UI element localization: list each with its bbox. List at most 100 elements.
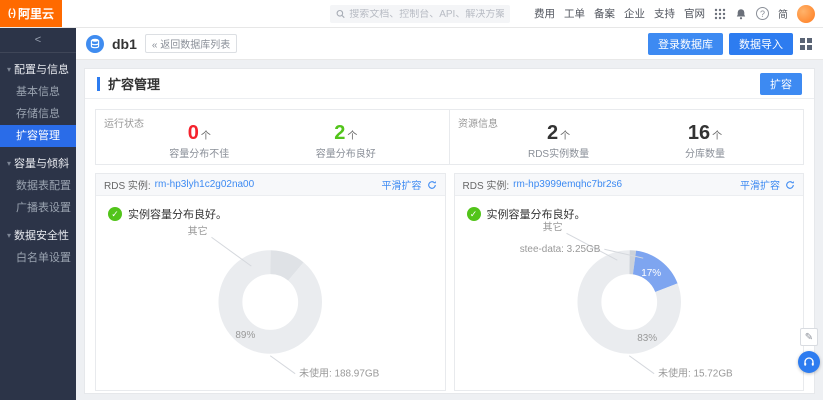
sidebar: < ▾ 配置与信息 基本信息 存储信息 扩容管理 ▾ 容量与倾斜 数据表配置 广… [0,28,76,400]
sidebar-item-scale-out[interactable]: 扩容管理 [0,125,76,147]
topbar: (-) 阿里云 费用 工单 备案 企业 支持 官网 ? 简 [0,0,823,28]
smooth-scale-out-link[interactable]: 平滑扩容 [382,177,422,192]
stat-bad-distribution: 0个 容量分布不佳 [169,123,229,160]
resource-info-box: 资源信息 2个 RDS实例数量 16个 分库数量 [449,110,803,164]
refresh-icon[interactable] [427,180,437,190]
aliyun-logo-icon: (-) [8,8,15,19]
resource-info-title: 资源信息 [458,115,498,130]
run-status-stats: 0个 容量分布不佳 2个 容量分布良好 [96,110,449,164]
topbar-right: 费用 工单 备案 企业 支持 官网 ? 简 [534,5,823,23]
rds-instance-card: RDS 实例: rm-hp3999emqhc7br2s6 平滑扩容 ✓ 实例容量… [454,173,805,391]
search-input[interactable] [349,9,504,20]
smooth-scale-out-link[interactable]: 平滑扩容 [740,177,780,192]
db-header-actions: 登录数据库 数据导入 [648,33,813,55]
expand-button[interactable]: 扩容 [760,73,802,95]
sidebar-item-basic-info[interactable]: 基本信息 [0,81,76,103]
database-icon [86,35,104,53]
global-search [330,5,510,23]
app-grid-icon[interactable] [714,8,726,20]
stat-unit: 个 [347,131,357,142]
callout-line [629,356,654,374]
more-apps-grid-icon[interactable] [799,37,813,51]
user-avatar[interactable] [797,5,815,23]
stat-label: 分库数量 [685,145,725,160]
stat-unit: 个 [560,131,570,142]
donut-label-unused: 未使用: 15.72GB [658,367,733,380]
card-body: ✓ 实例容量分布良好。 其它 89% 未使用: 188.97GB [96,196,445,390]
console-page: { "colors": { "brand_orange": "#ff6a00",… [0,0,823,400]
title-accent-bar [97,77,100,91]
refresh-icon[interactable] [785,180,795,190]
topbar-link-billing[interactable]: 费用 [534,6,555,21]
stat-good-distribution: 2个 容量分布良好 [316,123,376,160]
donut-label-unused: 未使用: 188.97GB [299,367,379,380]
card-actions: 平滑扩容 [740,177,795,192]
sidebar-group-capacity[interactable]: ▾ 容量与倾斜 [0,147,76,175]
sidebar-group-label: 容量与倾斜 [14,155,69,171]
help-icon[interactable]: ? [756,7,769,20]
card-actions: 平滑扩容 [382,177,437,192]
stat-value: 2 [547,122,558,144]
stat-value: 16 [688,122,710,144]
donut-percent-slice-label: 17% [641,268,661,279]
sidebar-group-data-security[interactable]: ▾ 数据安全性 [0,219,76,247]
page-title: 扩容管理 [108,74,160,93]
stats-strip: 运行状态 0个 容量分布不佳 2个 容量分布良好 资源信息 2个 RDS实例数量 [95,109,804,165]
feedback-icon[interactable]: ✎ [800,328,818,346]
sidebar-item-table-config[interactable]: 数据表配置 [0,175,76,197]
stat-shard-count: 16个 分库数量 [685,123,725,160]
back-to-db-list-link[interactable]: « 返回数据库列表 [145,34,237,53]
aliyun-logo-text: 阿里云 [18,5,54,22]
instance-cards: RDS 实例: rm-hp3lyh1c2g02na00 平滑扩容 ✓ 实例容量分… [95,173,804,391]
callout-line [212,237,252,266]
instance-label: RDS 实例: [463,177,510,192]
aliyun-logo[interactable]: (-) 阿里云 [0,0,62,27]
search-icon [336,9,345,19]
language-toggle[interactable]: 简 [778,6,788,21]
db-name: db1 [112,36,137,52]
capacity-donut-chart: 其它 89% 未使用: 188.97GB [96,216,445,388]
topbar-link-enterprise[interactable]: 企业 [624,6,645,21]
sidebar-item-whitelist[interactable]: 白名单设置 [0,247,76,269]
stat-label: RDS实例数量 [528,145,589,160]
callout-line [270,356,295,374]
login-database-button[interactable]: 登录数据库 [648,33,723,55]
card-header: RDS 实例: rm-hp3lyh1c2g02na00 平滑扩容 [96,174,445,196]
donut-label-other: 其它 [542,220,562,233]
sidebar-group-label: 数据安全性 [14,227,69,243]
sidebar-item-storage-info[interactable]: 存储信息 [0,103,76,125]
card-body: ✓ 实例容量分布良好。 其它 stee-data: 3.25GB 17% 83%… [455,196,804,390]
topbar-link-icp[interactable]: 备案 [594,6,615,21]
sidebar-group-config-info[interactable]: ▾ 配置与信息 [0,53,76,81]
data-import-button[interactable]: 数据导入 [729,33,793,55]
topbar-link-website[interactable]: 官网 [684,6,705,21]
scale-out-panel: 扩容管理 扩容 运行状态 0个 容量分布不佳 2个 容量分布良好 资源信息 2个 [84,68,815,394]
stat-value: 0 [188,122,199,144]
bell-icon[interactable] [735,8,747,20]
instance-id-link[interactable]: rm-hp3lyh1c2g02na00 [155,179,255,190]
card-header: RDS 实例: rm-hp3999emqhc7br2s6 平滑扩容 [455,174,804,196]
stat-value: 2 [334,122,345,144]
sidebar-group-label: 配置与信息 [14,61,69,77]
sidebar-item-broadcast-table[interactable]: 广播表设置 [0,197,76,219]
stat-unit: 个 [712,131,722,142]
rds-instance-card: RDS 实例: rm-hp3lyh1c2g02na00 平滑扩容 ✓ 实例容量分… [95,173,446,391]
caret-down-icon: ▾ [7,159,11,168]
stat-label: 容量分布良好 [316,145,376,160]
donut-label-slice: stee-data: 3.25GB [519,244,600,255]
caret-down-icon: ▾ [7,231,11,240]
resource-info-stats: 2个 RDS实例数量 16个 分库数量 [450,110,803,164]
run-status-box: 运行状态 0个 容量分布不佳 2个 容量分布良好 [96,110,449,164]
customer-support-icon[interactable] [798,351,820,373]
sidebar-collapse-button[interactable]: < [0,28,76,53]
topbar-link-support[interactable]: 支持 [654,6,675,21]
headset-icon [803,356,815,368]
instance-id-link[interactable]: rm-hp3999emqhc7br2s6 [513,179,622,190]
stat-unit: 个 [201,131,211,142]
stat-rds-count: 2个 RDS实例数量 [528,123,589,160]
donut-percent-label: 83% [637,333,657,344]
donut-percent-label: 89% [235,330,255,341]
topbar-link-tickets[interactable]: 工单 [564,6,585,21]
db-header: db1 « 返回数据库列表 登录数据库 数据导入 [76,28,823,60]
capacity-donut-chart: 其它 stee-data: 3.25GB 17% 83% 未使用: 15.72G… [455,216,804,388]
